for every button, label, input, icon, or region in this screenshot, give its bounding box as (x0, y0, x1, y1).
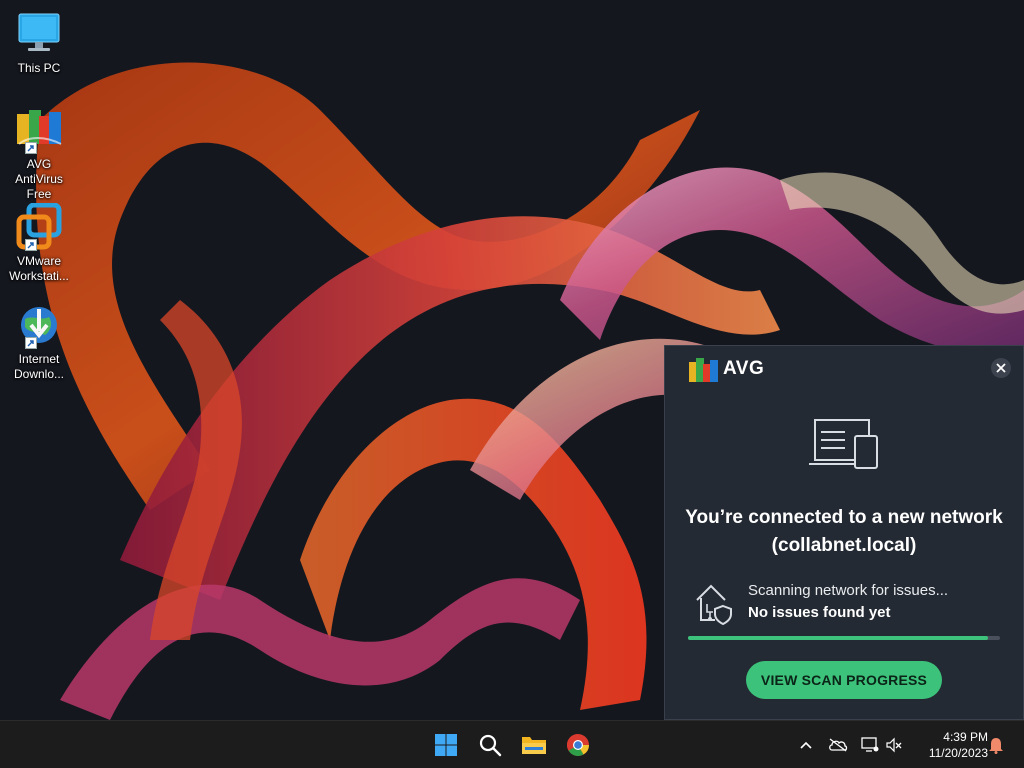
desktop-icon-vmware[interactable]: VMware Workstati... (4, 202, 74, 284)
chevron-up-icon (800, 741, 812, 749)
shortcut-arrow-icon (25, 239, 37, 251)
windows-start-icon (435, 734, 457, 756)
desktop-icon-label: AVG AntiVirus Free (15, 157, 63, 201)
search-icon (479, 734, 502, 757)
avg-logo: AVG (689, 356, 764, 382)
devices-icon (809, 419, 878, 469)
clock-time: 4:39 PM (943, 730, 988, 744)
shortcut-arrow-icon (25, 337, 37, 349)
scan-result-text: No issues found yet (748, 604, 891, 621)
desktop-icon-avg-antivirus[interactable]: AVG AntiVirus Free (4, 106, 74, 202)
monitor-icon (18, 13, 60, 51)
scan-progress-fill (688, 636, 988, 640)
cloud-offline-icon (829, 738, 848, 752)
clock-date: 11/20/2023 (928, 746, 988, 760)
start-button[interactable] (430, 729, 462, 761)
desktop-icon-this-pc[interactable]: This PC (4, 10, 74, 76)
desktop-icon-label: This PC (17, 61, 61, 75)
avg-brand-text: AVG (723, 358, 765, 379)
file-explorer-button[interactable] (518, 729, 550, 761)
desktop-icon-label: Internet Downlo... (13, 352, 65, 381)
network-tray-button[interactable] (860, 735, 880, 755)
onedrive-tray-button[interactable] (828, 735, 848, 755)
chrome-button[interactable] (562, 729, 594, 761)
taskbar: 4:39 PM 11/20/2023 (0, 720, 1024, 768)
idm-globe-icon (21, 307, 57, 343)
avg-notification-popup: AVG You’re connected to a new network (c… (664, 345, 1024, 720)
chrome-icon (567, 734, 589, 756)
search-button[interactable] (474, 729, 506, 761)
home-network-shield-icon (696, 584, 732, 626)
popup-title: You’re connected to a new network (colla… (685, 507, 1003, 556)
volume-tray-button[interactable] (884, 735, 904, 755)
desktop-icon-label: VMware Workstati... (9, 254, 69, 283)
view-scan-progress-button[interactable]: VIEW SCAN PROGRESS (746, 661, 942, 699)
notification-bell-icon (989, 738, 1003, 754)
close-icon (996, 363, 1006, 373)
scan-progress-bar (688, 636, 1000, 640)
scan-status-text: Scanning network for issues... (748, 582, 949, 599)
avg-logo-icon (689, 358, 718, 382)
close-button[interactable] (991, 358, 1011, 378)
clock[interactable]: 4:39 PM 11/20/2023 (912, 729, 988, 761)
vmware-icon (16, 202, 62, 250)
network-icon (861, 737, 879, 752)
desktop: This PC AVG AntiVirus Free VMware Workst… (0, 0, 1024, 720)
avg-icon (17, 110, 62, 145)
desktop-icon-internet-download-manager[interactable]: Internet Downlo... (4, 301, 74, 382)
show-hidden-icons-button[interactable] (796, 735, 816, 755)
file-explorer-icon (522, 737, 546, 754)
notification-button[interactable] (986, 735, 1006, 755)
shortcut-arrow-icon (25, 142, 37, 154)
volume-muted-icon (886, 737, 902, 753)
